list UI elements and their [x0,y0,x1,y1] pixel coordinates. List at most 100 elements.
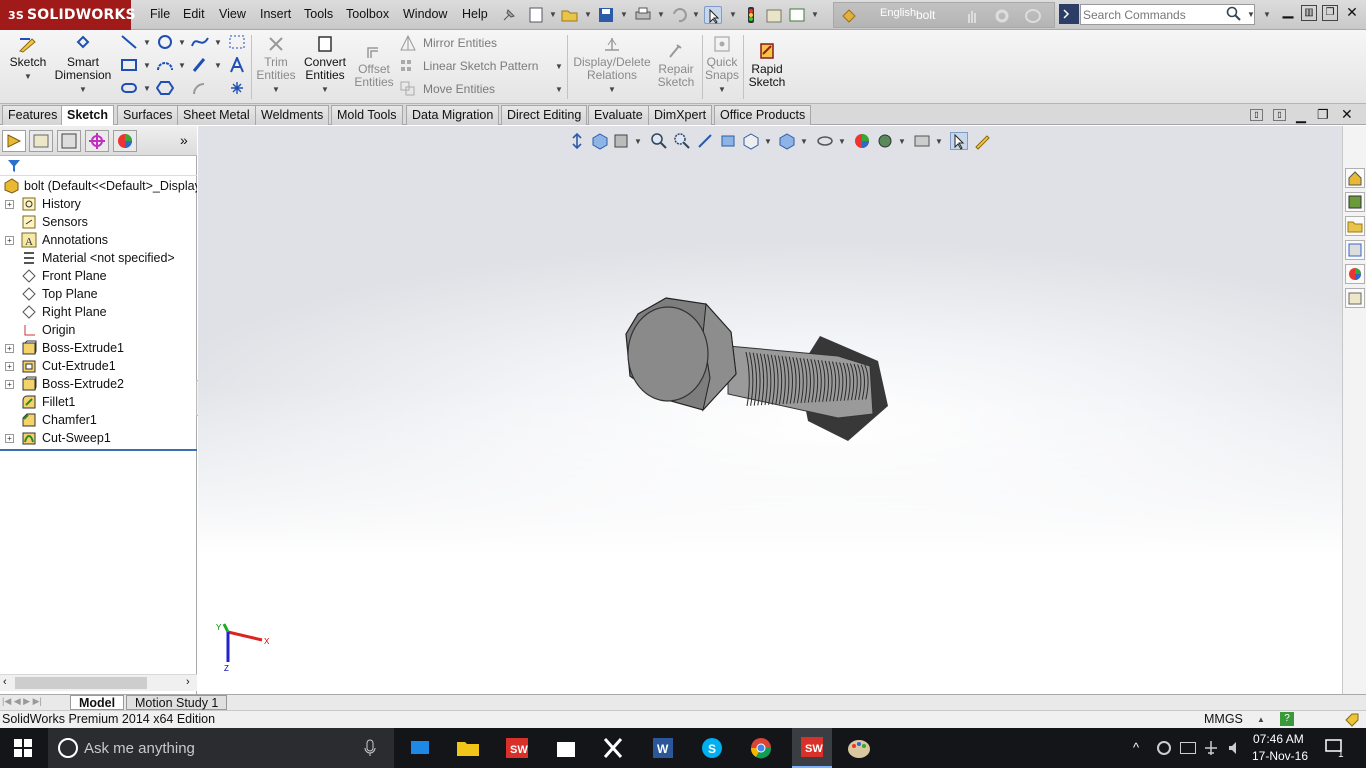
expand-icon[interactable]: + [5,434,14,443]
tree-item-fillet1[interactable]: Fillet1 [0,393,197,411]
feature-tree-tab-icon[interactable] [2,130,26,152]
tab-sketch[interactable]: Sketch [61,105,114,125]
menu-tools[interactable]: Tools [304,7,333,21]
tab-weldments[interactable]: Weldments [255,105,330,125]
tree-item-boss-extrude2[interactable]: + Boss-Extrude2 [0,375,197,393]
configuration-manager-tab-icon[interactable] [57,130,81,152]
terminal-icon[interactable] [1059,4,1079,24]
menu-toolbox[interactable]: Toolbox [346,7,389,21]
chevron-down-icon[interactable]: ▼ [79,85,87,94]
tab-motion-study[interactable]: Motion Study 1 [126,695,228,710]
save-icon[interactable] [597,6,615,24]
tree-item-history[interactable]: + History [0,195,197,213]
xe-app-icon[interactable] [600,734,628,762]
chevron-down-icon[interactable]: ▼ [143,38,151,47]
offset-entities-button[interactable]: Offset Entities [352,42,396,89]
scroll-right-icon[interactable]: › [186,676,190,688]
plane-sketch-icon[interactable] [191,80,209,96]
select-arrow-icon[interactable] [704,6,722,24]
tree-item-cut-extrude1[interactable]: + Cut-Extrude1 [0,357,197,375]
menu-insert[interactable]: Insert [260,7,291,21]
paint-icon[interactable] [845,734,873,762]
filter-row[interactable] [0,156,197,176]
close-doc-icon[interactable]: ✕ [1341,106,1353,123]
skype-icon[interactable]: S [698,734,726,762]
chevron-down-icon[interactable]: ▼ [143,61,151,70]
restore-doc-icon[interactable]: ❐ [1317,107,1329,123]
chevron-down-icon[interactable]: ▼ [555,62,563,71]
chevron-down-icon[interactable]: ▼ [321,85,329,94]
help-icon[interactable]: ? [1280,712,1294,726]
text-icon[interactable] [228,55,246,73]
expand-icon[interactable]: + [5,344,14,353]
filter-icon[interactable] [7,159,21,173]
scroll-thumb[interactable] [15,677,147,689]
tag-icon[interactable] [1344,712,1360,728]
chevron-down-icon[interactable]: ▼ [657,10,665,19]
display-delete-relations-button[interactable]: Display/Delete Relations ▼ [572,35,652,96]
chevron-down-icon[interactable]: ▼ [143,84,151,93]
tab-model[interactable]: Model [70,695,125,710]
file-explorer-icon[interactable] [1345,216,1365,236]
clock-date[interactable]: 17-Nov-16 [1252,749,1308,763]
pushpin-icon[interactable] [500,6,518,24]
display-manager-tab-icon[interactable] [113,130,137,152]
menu-view[interactable]: View [219,7,246,21]
chevron-down-icon[interactable]: ▼ [272,85,280,94]
tree-item-chamfer1[interactable]: Chamfer1 [0,411,197,429]
tree-item-boss-extrude1[interactable]: + Boss-Extrude1 [0,339,197,357]
chevron-down-icon[interactable]: ▼ [24,72,32,81]
tab-mold-tools[interactable]: Mold Tools [331,105,403,125]
tree-item-cut-sweep1[interactable]: + Cut-Sweep1 [0,429,197,447]
tree-item-annotations[interactable]: + A Annotations [0,231,197,249]
chevron-up-icon[interactable]: ▲ [1257,715,1265,724]
menu-help[interactable]: Help [462,7,488,21]
minimize-doc-icon[interactable]: ▁ [1296,108,1306,124]
tree-item-top-plane[interactable]: Top Plane [0,285,197,303]
options-icon[interactable] [788,6,806,24]
construction-geometry-icon[interactable] [228,34,246,50]
fillet-sketch-icon[interactable] [191,57,209,73]
chevron-down-icon[interactable]: ▼ [1247,10,1255,19]
solidworks-active-window[interactable]: SW [792,728,832,768]
chevron-down-icon[interactable]: ▼ [608,85,616,94]
file-explorer-taskbar-icon[interactable] [454,734,482,762]
airplane-mode-icon[interactable] [1203,740,1219,756]
units-label[interactable]: MMGS [1204,712,1243,726]
volume-icon[interactable] [1227,740,1243,756]
solidworks-taskbar-icon[interactable]: SW [503,734,531,762]
chevron-down-icon[interactable]: ▼ [718,85,726,94]
linear-sketch-pattern-button[interactable]: Linear Sketch Pattern ▼ [400,58,565,76]
close-icon[interactable]: ✕ [1344,5,1360,21]
polygon-icon[interactable] [155,80,175,96]
battery-icon[interactable] [1180,742,1196,754]
solidworks-resources-icon[interactable] [1345,168,1365,188]
horizontal-scrollbar[interactable]: ‹ › [0,674,197,691]
open-folder-icon[interactable] [561,6,579,24]
microphone-icon[interactable] [364,738,376,758]
tree-item-front-plane[interactable]: Front Plane [0,267,197,285]
rapid-sketch-button[interactable]: Rapid Sketch [746,42,788,89]
store-icon[interactable] [552,734,580,762]
rectangle-icon[interactable] [120,57,138,73]
arc-icon[interactable] [156,57,174,73]
tab-features[interactable]: Features [2,105,64,125]
quick-snaps-button[interactable]: Quick Snaps ▼ [704,35,740,96]
tile-horizontal-icon[interactable]: ▯ [1250,109,1263,121]
chevron-down-icon[interactable]: ▼ [178,61,186,70]
file-properties-icon[interactable] [765,6,783,24]
sketch-button[interactable]: Sketch ▼ [6,35,50,83]
expand-icon[interactable]: + [5,236,14,245]
refresh-tray-icon[interactable] [1156,740,1172,756]
tab-sheet-metal[interactable]: Sheet Metal [177,105,256,125]
tile-vertical-icon[interactable]: ▯ [1273,109,1286,121]
chevron-down-icon[interactable]: ▼ [1263,10,1271,19]
property-manager-tab-icon[interactable] [29,130,53,152]
tab-nav-first-icon[interactable]: |◀ ◀ ▶ ▶| [2,696,42,707]
minimize-icon[interactable]: ▁ [1280,3,1296,21]
bolt-model[interactable] [198,126,1342,694]
tab-evaluate[interactable]: Evaluate [588,105,649,125]
undo-icon[interactable] [670,6,688,24]
tree-item-right-plane[interactable]: Right Plane [0,303,197,321]
move-entities-button[interactable]: Move Entities ▼ [400,81,565,99]
